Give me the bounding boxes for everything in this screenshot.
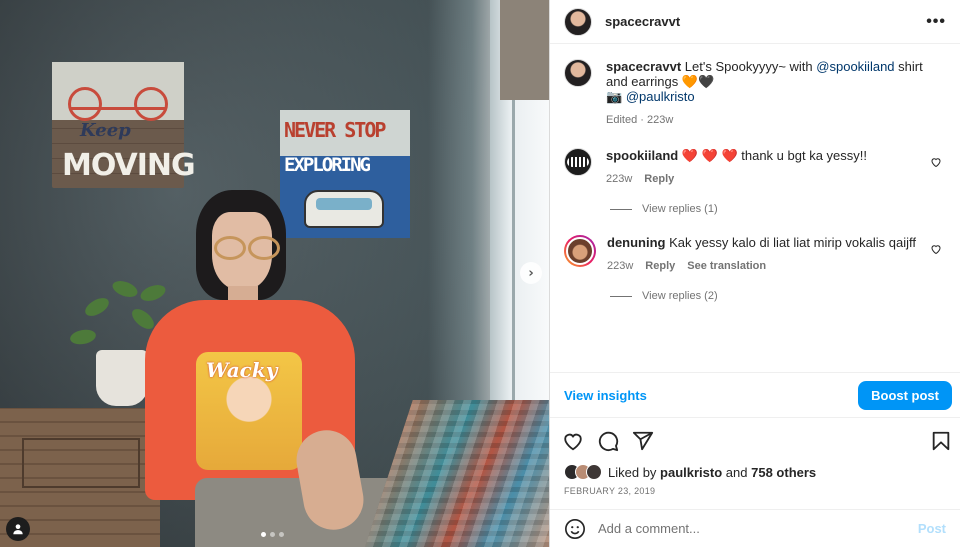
reply-button[interactable]: Reply bbox=[645, 259, 675, 274]
comment-text: ❤️ ❤️ ❤️ thank u bgt ka yessy!! bbox=[681, 148, 867, 163]
carousel-dot bbox=[270, 532, 275, 537]
comment: denuning Kak yessy kalo di liat liat mir… bbox=[564, 235, 946, 274]
emoji-icon[interactable] bbox=[564, 518, 586, 540]
insights-bar: View insights Boost post bbox=[550, 372, 960, 418]
liker-username[interactable]: paulkristo bbox=[660, 465, 722, 480]
view-insights-link[interactable]: View insights bbox=[564, 388, 647, 403]
never-stop-exploring-sign: NEVER STOP EXPLORING bbox=[280, 110, 410, 238]
likes-and: and bbox=[725, 464, 748, 480]
avatar[interactable] bbox=[564, 59, 592, 87]
potted-plant bbox=[96, 350, 148, 406]
view-replies-button[interactable]: View replies (2) bbox=[610, 290, 946, 302]
likes-summary: Liked by paulkristo and 758 others bbox=[564, 464, 816, 480]
post-date: FEBRUARY 23, 2019 bbox=[564, 486, 656, 496]
comments-section[interactable]: spacecravvt Let's Spookyyyy~ with @spook… bbox=[550, 45, 960, 371]
mention-link[interactable]: @spookiiland bbox=[816, 59, 894, 74]
camera-icon: 📷 bbox=[606, 89, 623, 104]
post-photo[interactable]: Keep MOVING NEVER STOP EXPLORING Wacky › bbox=[0, 0, 549, 547]
comment-text: Kak yessy kalo di liat liat mirip vokali… bbox=[669, 235, 916, 250]
carousel-next-button[interactable]: › bbox=[520, 262, 542, 284]
window-blind bbox=[500, 0, 549, 100]
comment-username[interactable]: spookiiland bbox=[606, 148, 678, 163]
post-header: spacecravvt ••• bbox=[550, 0, 960, 44]
see-translation-button[interactable]: See translation bbox=[687, 259, 766, 274]
comment-input[interactable] bbox=[598, 521, 918, 536]
post-comment-button[interactable]: Post bbox=[918, 521, 946, 536]
more-icon[interactable]: ••• bbox=[926, 13, 946, 31]
sign-text-keep: Keep bbox=[80, 120, 131, 141]
sign-text-moving: MOVING bbox=[62, 148, 196, 183]
bookmark-icon[interactable] bbox=[930, 430, 952, 452]
heart-icon[interactable] bbox=[562, 430, 584, 452]
action-bar bbox=[562, 428, 952, 454]
post-details-panel: spacecravvt ••• spacecravvt Let's Spooky… bbox=[549, 0, 960, 547]
reply-button[interactable]: Reply bbox=[644, 172, 674, 187]
caption-username[interactable]: spacecravvt bbox=[606, 59, 681, 74]
glasses bbox=[214, 236, 284, 260]
header-username[interactable]: spacecravvt bbox=[605, 14, 926, 29]
shirt-print: Wacky bbox=[196, 352, 302, 470]
comment-time: 223w bbox=[607, 260, 634, 272]
boost-post-button[interactable]: Boost post bbox=[858, 380, 952, 410]
caption-meta: Edited · 223w bbox=[606, 114, 674, 126]
avatar[interactable] bbox=[564, 235, 596, 267]
keep-moving-sign: Keep MOVING bbox=[52, 62, 196, 188]
liker-avatars[interactable] bbox=[564, 464, 602, 480]
share-icon[interactable] bbox=[632, 430, 654, 452]
avatar[interactable] bbox=[564, 7, 592, 36]
avatar[interactable] bbox=[564, 148, 592, 176]
sign-text-never-stop: NEVER STOP bbox=[284, 118, 386, 142]
heart-icon[interactable] bbox=[930, 243, 942, 255]
comment-icon[interactable] bbox=[597, 430, 619, 452]
caption: spacecravvt Let's Spookyyyy~ with @spook… bbox=[564, 59, 946, 128]
view-replies-button[interactable]: View replies (1) bbox=[610, 203, 946, 215]
carousel-dot-active bbox=[261, 532, 266, 537]
comment-time: 223w bbox=[606, 173, 633, 185]
carousel-indicator bbox=[261, 532, 284, 537]
caption-text: Let's Spookyyyy~ with bbox=[684, 59, 813, 74]
carousel-dot bbox=[279, 532, 284, 537]
likes-count[interactable]: 758 others bbox=[751, 465, 816, 480]
comment-username[interactable]: denuning bbox=[607, 235, 666, 250]
mention-link[interactable]: @paulkristo bbox=[626, 89, 695, 104]
heart-icon[interactable] bbox=[930, 156, 942, 168]
bicycle-drawing bbox=[68, 74, 168, 121]
add-comment-bar: Post bbox=[550, 509, 960, 547]
sign-text-exploring: EXPLORING bbox=[284, 154, 371, 176]
van-drawing bbox=[304, 190, 384, 228]
comment: spookiiland ❤️ ❤️ ❤️ thank u bgt ka yess… bbox=[564, 148, 946, 187]
likes-prefix: Liked by bbox=[608, 464, 657, 480]
user-tag-icon[interactable] bbox=[6, 517, 30, 541]
